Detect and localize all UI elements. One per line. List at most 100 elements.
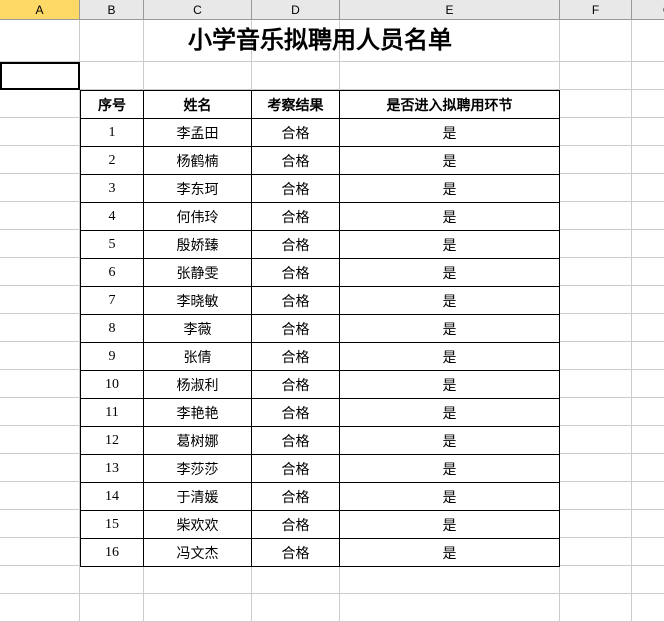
cell-name[interactable]: 杨淑利: [144, 371, 252, 399]
col-header-G[interactable]: G: [632, 0, 664, 20]
cell-result[interactable]: 合格: [252, 371, 340, 399]
grid-cell[interactable]: [632, 118, 664, 146]
cell-seq[interactable]: 16: [81, 539, 144, 567]
grid-cell[interactable]: [632, 286, 664, 314]
grid-cell[interactable]: [0, 398, 80, 426]
grid-cell[interactable]: [0, 230, 80, 258]
cell-name[interactable]: 殷娇臻: [144, 231, 252, 259]
cell-seq[interactable]: 4: [81, 203, 144, 231]
grid-cell[interactable]: [0, 454, 80, 482]
grid-cell[interactable]: [632, 202, 664, 230]
grid-cell[interactable]: [0, 370, 80, 398]
cell-name[interactable]: 于清媛: [144, 483, 252, 511]
grid-cell[interactable]: [144, 62, 252, 90]
grid-cell[interactable]: [0, 538, 80, 566]
cell-name[interactable]: 杨鹤楠: [144, 147, 252, 175]
grid-cell[interactable]: [632, 398, 664, 426]
grid-cell[interactable]: [0, 258, 80, 286]
grid-cell[interactable]: [252, 594, 340, 622]
cell-advance[interactable]: 是: [340, 203, 560, 231]
grid-cell[interactable]: [632, 174, 664, 202]
grid-cell[interactable]: [0, 314, 80, 342]
col-header-C[interactable]: C: [144, 0, 252, 20]
grid-cell[interactable]: [560, 20, 632, 62]
grid-cell[interactable]: [0, 510, 80, 538]
cell-name[interactable]: 李艳艳: [144, 399, 252, 427]
cell-advance[interactable]: 是: [340, 511, 560, 539]
cell-seq[interactable]: 7: [81, 287, 144, 315]
grid-cell[interactable]: [560, 174, 632, 202]
grid-cell[interactable]: [632, 566, 664, 594]
grid-cell[interactable]: [632, 370, 664, 398]
grid-cell[interactable]: [560, 258, 632, 286]
grid-cell[interactable]: [632, 314, 664, 342]
cell-name[interactable]: 何伟玲: [144, 203, 252, 231]
grid-cell[interactable]: [560, 286, 632, 314]
grid-cell[interactable]: [0, 146, 80, 174]
cell-advance[interactable]: 是: [340, 175, 560, 203]
cell-advance[interactable]: 是: [340, 455, 560, 483]
cell-seq[interactable]: 3: [81, 175, 144, 203]
grid-cell[interactable]: [560, 118, 632, 146]
grid-cell[interactable]: [0, 566, 80, 594]
grid-cell[interactable]: [0, 90, 80, 118]
col-header-B[interactable]: B: [80, 0, 144, 20]
cell-name[interactable]: 张倩: [144, 343, 252, 371]
grid-cell[interactable]: [252, 566, 340, 594]
cell-name[interactable]: 李莎莎: [144, 455, 252, 483]
grid-cell[interactable]: [560, 62, 632, 90]
grid-cell[interactable]: [632, 342, 664, 370]
cell-seq[interactable]: 12: [81, 427, 144, 455]
cell-name[interactable]: 李东珂: [144, 175, 252, 203]
cell-seq[interactable]: 5: [81, 231, 144, 259]
grid-cell[interactable]: [0, 342, 80, 370]
grid-cell[interactable]: [632, 538, 664, 566]
cell-advance[interactable]: 是: [340, 259, 560, 287]
cell-seq[interactable]: 8: [81, 315, 144, 343]
col-header-A[interactable]: A: [0, 0, 80, 20]
grid-cell[interactable]: [632, 146, 664, 174]
cell-result[interactable]: 合格: [252, 427, 340, 455]
grid-cell[interactable]: [560, 90, 632, 118]
grid-cell[interactable]: [560, 370, 632, 398]
grid-cell[interactable]: [80, 566, 144, 594]
cell-advance[interactable]: 是: [340, 287, 560, 315]
cell-seq[interactable]: 6: [81, 259, 144, 287]
cell-advance[interactable]: 是: [340, 483, 560, 511]
grid-cell[interactable]: [560, 230, 632, 258]
cell-result[interactable]: 合格: [252, 539, 340, 567]
grid-cell[interactable]: [80, 594, 144, 622]
cell-advance[interactable]: 是: [340, 427, 560, 455]
grid-cell[interactable]: [560, 482, 632, 510]
grid-cell[interactable]: [0, 594, 80, 622]
grid-cell[interactable]: [560, 314, 632, 342]
cell-advance[interactable]: 是: [340, 399, 560, 427]
cell-name[interactable]: 李孟田: [144, 119, 252, 147]
grid-cell[interactable]: [632, 454, 664, 482]
cell-seq[interactable]: 1: [81, 119, 144, 147]
grid-cell[interactable]: [560, 342, 632, 370]
grid-cell[interactable]: [80, 62, 144, 90]
cell-name[interactable]: 李薇: [144, 315, 252, 343]
grid-cell[interactable]: [560, 454, 632, 482]
cell-result[interactable]: 合格: [252, 287, 340, 315]
grid-cell[interactable]: [0, 20, 80, 62]
grid-cell[interactable]: [632, 594, 664, 622]
grid-cell[interactable]: [560, 426, 632, 454]
grid-cell[interactable]: [560, 538, 632, 566]
grid-cell[interactable]: [560, 566, 632, 594]
grid-cell[interactable]: [340, 62, 560, 90]
cell-name[interactable]: 冯文杰: [144, 539, 252, 567]
grid-cell[interactable]: [144, 566, 252, 594]
cell-advance[interactable]: 是: [340, 343, 560, 371]
cell-advance[interactable]: 是: [340, 119, 560, 147]
col-header-name[interactable]: 姓名: [144, 91, 252, 119]
cell-seq[interactable]: 10: [81, 371, 144, 399]
col-header-E[interactable]: E: [340, 0, 560, 20]
cell-seq[interactable]: 15: [81, 511, 144, 539]
cell-result[interactable]: 合格: [252, 399, 340, 427]
col-header-D[interactable]: D: [252, 0, 340, 20]
cell-name[interactable]: 张静雯: [144, 259, 252, 287]
grid-cell[interactable]: [632, 510, 664, 538]
cell-result[interactable]: 合格: [252, 231, 340, 259]
